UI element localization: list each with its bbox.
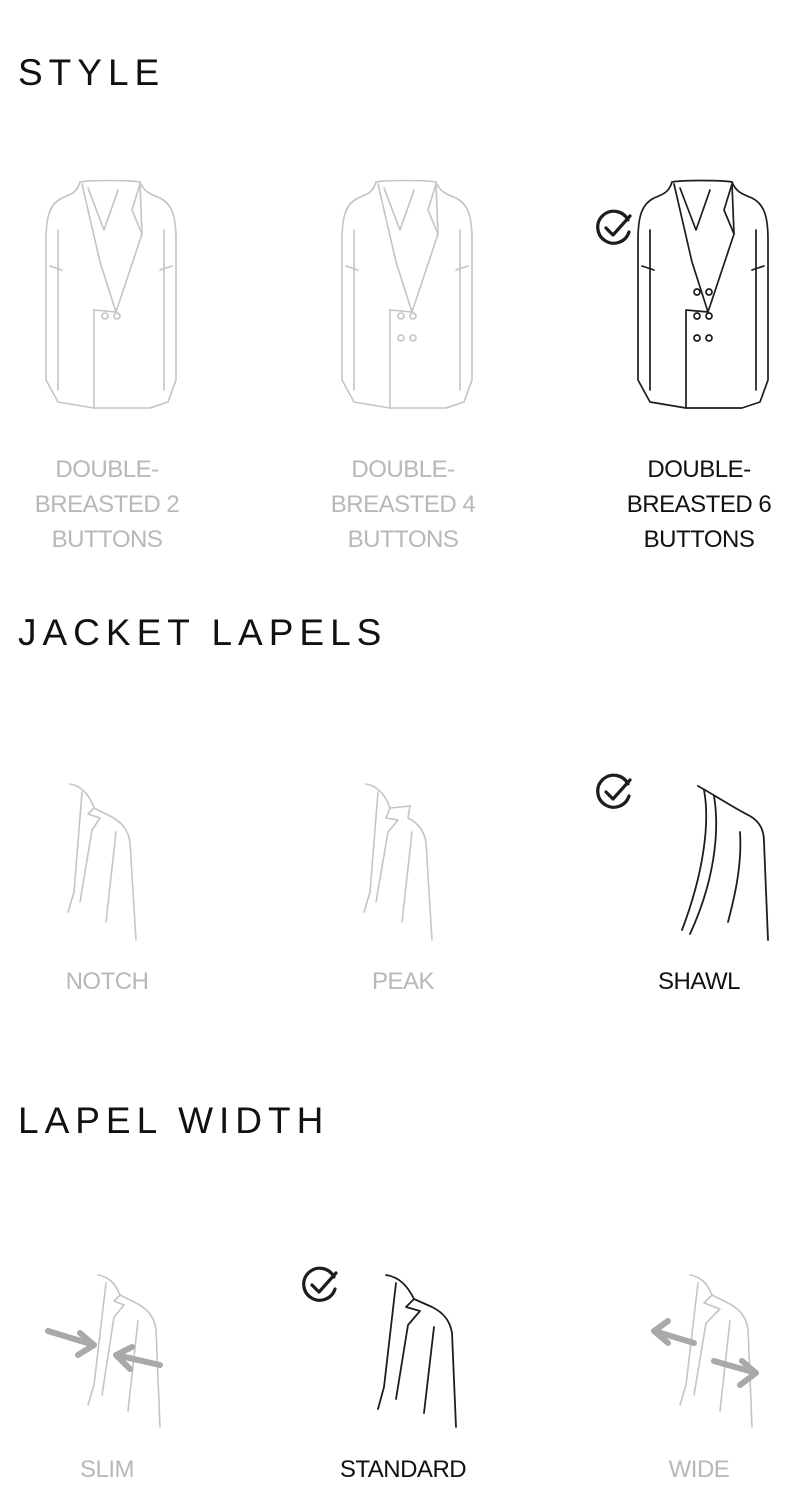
arrows-outward-icon <box>651 1318 759 1388</box>
option-label: SHAWL <box>658 968 740 995</box>
peak-lapel-icon <box>328 772 478 942</box>
slim-lapel-icon <box>32 1265 182 1430</box>
arrows-inward-icon <box>45 1328 163 1372</box>
wide-lapel-icon <box>624 1265 774 1430</box>
style-option-double-breasted-4[interactable]: DOUBLE- BREASTED 4 BUTTONS <box>288 170 518 557</box>
lapel-width-option-standard[interactable]: STANDARD <box>288 1265 518 1487</box>
section-title-jacket-lapels: JACKET LAPELS <box>18 612 388 653</box>
lapel-width-option-slim[interactable]: SLIM <box>0 1265 222 1487</box>
double-breasted-6-jacket-icon <box>614 170 784 420</box>
option-label: NOTCH <box>65 968 149 995</box>
standard-lapel-icon <box>328 1265 478 1430</box>
shawl-lapel-icon <box>624 772 774 942</box>
lapel-width-option-wide[interactable]: WIDE <box>584 1265 801 1487</box>
option-label: DOUBLE- BREASTED 6 BUTTONS <box>626 456 772 553</box>
option-label: WIDE <box>668 1456 730 1483</box>
option-label: SLIM <box>79 1456 135 1483</box>
section-title-lapel-width: LAPEL WIDTH <box>18 1100 330 1141</box>
style-option-double-breasted-6[interactable]: DOUBLE- BREASTED 6 BUTTONS <box>584 170 801 557</box>
option-label: PEAK <box>371 968 435 995</box>
option-label: STANDARD <box>339 1456 467 1483</box>
option-label: DOUBLE- BREASTED 2 BUTTONS <box>34 456 180 553</box>
lapel-option-notch[interactable]: NOTCH <box>0 772 222 999</box>
double-breasted-2-jacket-icon <box>22 170 192 420</box>
lapel-option-shawl[interactable]: SHAWL <box>584 772 801 999</box>
option-label: DOUBLE- BREASTED 4 BUTTONS <box>330 456 476 553</box>
double-breasted-4-jacket-icon <box>318 170 488 420</box>
section-title-style: STYLE <box>18 52 166 93</box>
notch-lapel-icon <box>32 772 182 942</box>
style-option-double-breasted-2[interactable]: DOUBLE- BREASTED 2 BUTTONS <box>0 170 222 557</box>
lapel-option-peak[interactable]: PEAK <box>288 772 518 999</box>
